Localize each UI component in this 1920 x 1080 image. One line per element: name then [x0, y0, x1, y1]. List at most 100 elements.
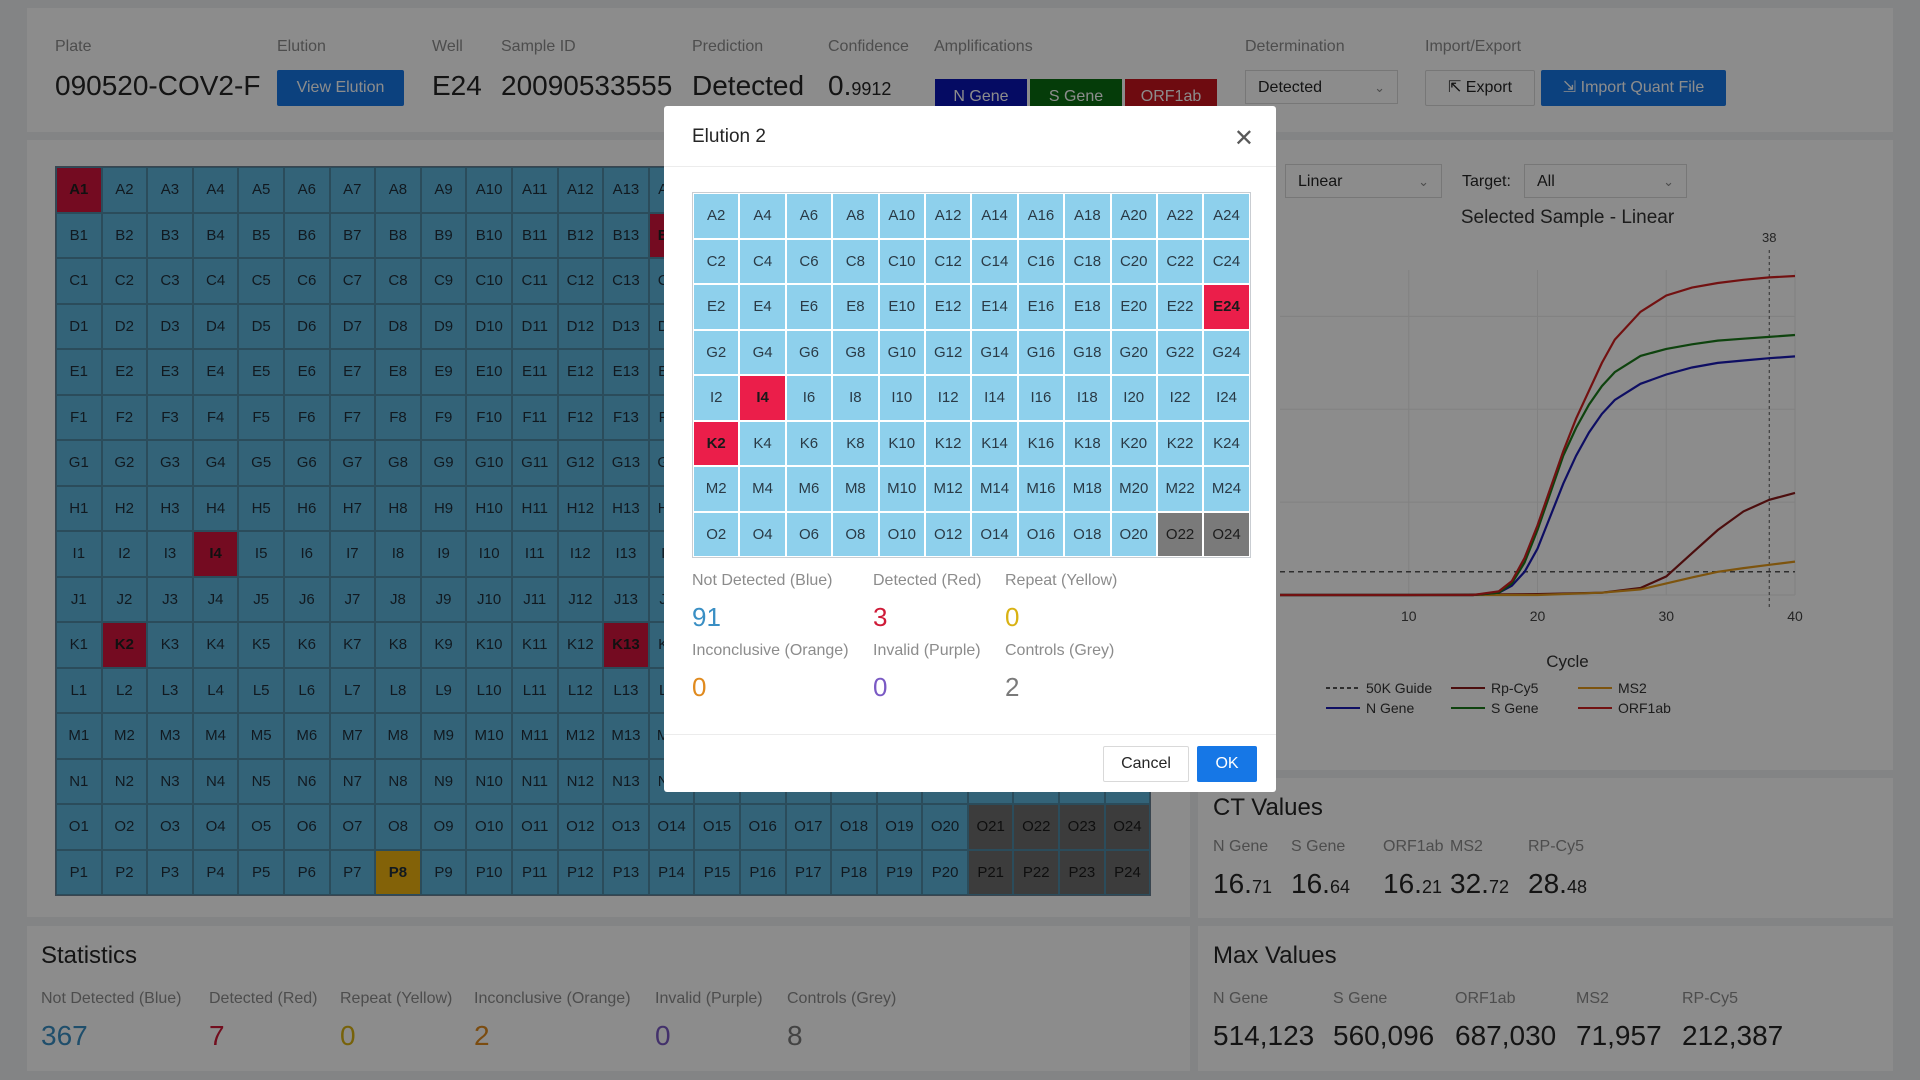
elution-well-O24[interactable]: O24 — [1203, 511, 1250, 557]
elution-well-K4[interactable]: K4 — [739, 420, 786, 466]
elution-well-I18[interactable]: I18 — [1064, 375, 1111, 421]
elution-well-M14[interactable]: M14 — [971, 466, 1018, 512]
elution-well-G2[interactable]: G2 — [693, 329, 740, 375]
elution-well-K8[interactable]: K8 — [832, 420, 879, 466]
elution-well-E6[interactable]: E6 — [785, 284, 833, 330]
elution-well-I24[interactable]: I24 — [1203, 375, 1250, 421]
elution-well-A18[interactable]: A18 — [1064, 193, 1111, 239]
elution-well-C8[interactable]: C8 — [832, 238, 879, 284]
elution-well-E20[interactable]: E20 — [1110, 284, 1157, 330]
elution-well-K2[interactable]: K2 — [693, 420, 740, 466]
elution-well-I14[interactable]: I14 — [971, 375, 1018, 421]
elution-well-I10[interactable]: I10 — [878, 375, 925, 421]
elution-well-A14[interactable]: A14 — [971, 193, 1018, 239]
elution-well-O4[interactable]: O4 — [739, 511, 786, 557]
elution-well-I8[interactable]: I8 — [832, 375, 879, 421]
cancel-button[interactable]: Cancel — [1103, 746, 1189, 782]
elution-well-A6[interactable]: A6 — [785, 193, 833, 239]
elution-well-O20[interactable]: O20 — [1110, 511, 1157, 557]
elution-well-A12[interactable]: A12 — [924, 193, 972, 239]
elution-well-O10[interactable]: O10 — [878, 511, 925, 557]
elution-well-G14[interactable]: G14 — [971, 329, 1018, 375]
elution-well-K14[interactable]: K14 — [971, 420, 1018, 466]
elution-well-G18[interactable]: G18 — [1064, 329, 1111, 375]
elution-well-M10[interactable]: M10 — [878, 466, 925, 512]
elution-well-E24[interactable]: E24 — [1203, 284, 1250, 330]
elution-well-G24[interactable]: G24 — [1203, 329, 1250, 375]
elution-well-C4[interactable]: C4 — [739, 238, 786, 284]
elution-well-C12[interactable]: C12 — [924, 238, 972, 284]
elution-well-M20[interactable]: M20 — [1110, 466, 1157, 512]
elution-well-C2[interactable]: C2 — [693, 238, 740, 284]
elution-well-A22[interactable]: A22 — [1156, 193, 1204, 239]
elution-well-M18[interactable]: M18 — [1064, 466, 1111, 512]
elution-well-E14[interactable]: E14 — [971, 284, 1018, 330]
elution-well-G8[interactable]: G8 — [832, 329, 879, 375]
elution-well-M24[interactable]: M24 — [1203, 466, 1250, 512]
elution-well-K10[interactable]: K10 — [878, 420, 925, 466]
elution-well-C20[interactable]: C20 — [1110, 238, 1157, 284]
elution-well-K6[interactable]: K6 — [785, 420, 833, 466]
elution-well-G6[interactable]: G6 — [785, 329, 833, 375]
elution-well-A24[interactable]: A24 — [1203, 193, 1250, 239]
elution-well-A10[interactable]: A10 — [878, 193, 925, 239]
elution-well-K16[interactable]: K16 — [1017, 420, 1065, 466]
elution-well-M4[interactable]: M4 — [739, 466, 786, 512]
elution-well-O22[interactable]: O22 — [1156, 511, 1204, 557]
elution-well-O12[interactable]: O12 — [924, 511, 972, 557]
elution-well-G16[interactable]: G16 — [1017, 329, 1065, 375]
elution-well-C18[interactable]: C18 — [1064, 238, 1111, 284]
modal-stat: Inconclusive (Orange) 0 — [692, 642, 849, 703]
elution-well-I16[interactable]: I16 — [1017, 375, 1065, 421]
elution-well-E12[interactable]: E12 — [924, 284, 972, 330]
elution-well-E18[interactable]: E18 — [1064, 284, 1111, 330]
elution-well-A2[interactable]: A2 — [693, 193, 740, 239]
elution-well-K12[interactable]: K12 — [924, 420, 972, 466]
elution-well-O16[interactable]: O16 — [1017, 511, 1065, 557]
elution-well-I6[interactable]: I6 — [785, 375, 833, 421]
elution-well-E16[interactable]: E16 — [1017, 284, 1065, 330]
ok-button[interactable]: OK — [1197, 746, 1257, 782]
elution-well-A8[interactable]: A8 — [832, 193, 879, 239]
elution-well-I20[interactable]: I20 — [1110, 375, 1157, 421]
elution-well-C24[interactable]: C24 — [1203, 238, 1250, 284]
elution-well-E10[interactable]: E10 — [878, 284, 925, 330]
elution-well-G4[interactable]: G4 — [739, 329, 786, 375]
elution-well-K22[interactable]: K22 — [1156, 420, 1204, 466]
elution-well-E4[interactable]: E4 — [739, 284, 786, 330]
elution-well-A20[interactable]: A20 — [1110, 193, 1157, 239]
elution-well-E8[interactable]: E8 — [832, 284, 879, 330]
elution-well-O2[interactable]: O2 — [693, 511, 740, 557]
elution-well-C22[interactable]: C22 — [1156, 238, 1204, 284]
elution-well-G10[interactable]: G10 — [878, 329, 925, 375]
elution-well-K18[interactable]: K18 — [1064, 420, 1111, 466]
elution-well-O18[interactable]: O18 — [1064, 511, 1111, 557]
elution-well-O6[interactable]: O6 — [785, 511, 833, 557]
elution-well-C10[interactable]: C10 — [878, 238, 925, 284]
elution-well-I4[interactable]: I4 — [739, 375, 786, 421]
elution-well-I22[interactable]: I22 — [1156, 375, 1204, 421]
elution-well-K20[interactable]: K20 — [1110, 420, 1157, 466]
elution-well-O8[interactable]: O8 — [832, 511, 879, 557]
elution-well-M6[interactable]: M6 — [785, 466, 833, 512]
elution-well-G22[interactable]: G22 — [1156, 329, 1204, 375]
elution-well-C14[interactable]: C14 — [971, 238, 1018, 284]
elution-well-G12[interactable]: G12 — [924, 329, 972, 375]
elution-well-M12[interactable]: M12 — [924, 466, 972, 512]
elution-well-A16[interactable]: A16 — [1017, 193, 1065, 239]
elution-well-A4[interactable]: A4 — [739, 193, 786, 239]
elution-well-K24[interactable]: K24 — [1203, 420, 1250, 466]
elution-well-O14[interactable]: O14 — [971, 511, 1018, 557]
elution-well-C16[interactable]: C16 — [1017, 238, 1065, 284]
elution-well-I12[interactable]: I12 — [924, 375, 972, 421]
elution-well-M8[interactable]: M8 — [832, 466, 879, 512]
elution-well-E2[interactable]: E2 — [693, 284, 740, 330]
elution-well-E22[interactable]: E22 — [1156, 284, 1204, 330]
elution-well-C6[interactable]: C6 — [785, 238, 833, 284]
elution-well-M2[interactable]: M2 — [693, 466, 740, 512]
close-icon[interactable]: ✕ — [1234, 124, 1254, 153]
elution-well-M22[interactable]: M22 — [1156, 466, 1204, 512]
elution-well-G20[interactable]: G20 — [1110, 329, 1157, 375]
elution-well-M16[interactable]: M16 — [1017, 466, 1065, 512]
elution-well-I2[interactable]: I2 — [693, 375, 740, 421]
